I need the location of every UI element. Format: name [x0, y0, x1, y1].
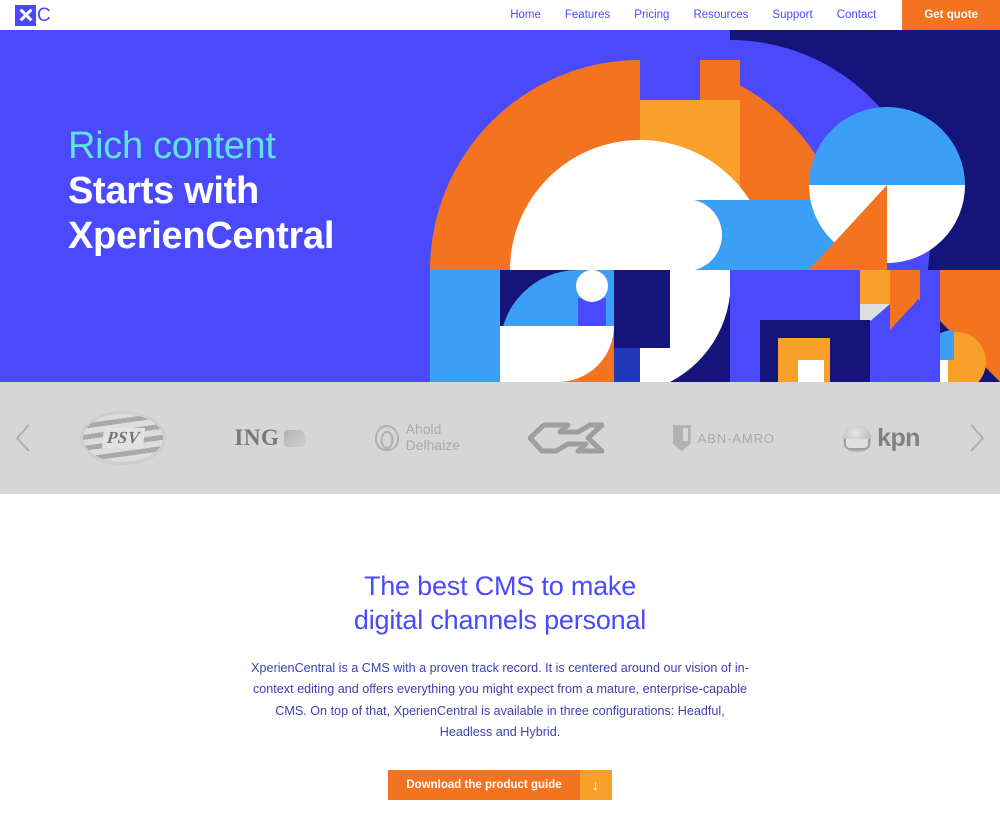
arrow-down-icon: ↓ — [579, 770, 612, 801]
section-title-line1: The best CMS to make — [363, 571, 637, 601]
logo-ing[interactable]: ING — [234, 408, 307, 468]
logo-ahold-line2: Delhaize — [405, 437, 461, 453]
nav-item-home[interactable]: Home — [510, 9, 541, 21]
logo-abn-text: ABN·AMRO — [697, 430, 775, 446]
nav-item-features[interactable]: Features — [565, 9, 610, 21]
logo-kpn-text: kpn — [877, 423, 920, 452]
download-product-guide-button[interactable]: Download the product guide ↓ — [388, 770, 612, 801]
logo-ahold-delhaize[interactable]: Ahold Delhaize — [374, 408, 461, 468]
hero-line-2: Starts with — [68, 169, 259, 212]
ahold-crest-icon — [374, 425, 399, 451]
section-title-line2: digital channels personal — [353, 604, 647, 635]
get-quote-button[interactable]: Get quote — [902, 0, 1000, 30]
ns-arrows-icon — [528, 422, 605, 454]
hero-geometric-artwork — [400, 30, 1000, 382]
chevron-left-icon[interactable] — [0, 422, 46, 454]
ing-lion-icon — [284, 429, 307, 447]
kpn-crown-icon — [843, 424, 872, 452]
client-logo-carousel: PSV ING Ahold Delhaize ABN·AMRO kpn — [0, 382, 1000, 494]
logo-ing-text: ING — [234, 425, 280, 450]
nav-item-support[interactable]: Support — [772, 9, 812, 21]
logo-ns[interactable] — [528, 408, 605, 468]
main-navigation: Home Features Pricing Resources Support … — [498, 0, 1000, 30]
section-paragraph: XperienCentral is a CMS with a proven tr… — [251, 660, 749, 740]
brand-wordmark: C — [37, 4, 51, 26]
nav-item-pricing[interactable]: Pricing — [634, 9, 669, 21]
logo-track: PSV ING Ahold Delhaize ABN·AMRO kpn — [46, 408, 954, 468]
hero-line-1: Rich content — [68, 125, 276, 167]
logo-psv-text: PSV — [101, 428, 145, 448]
site-header: C Home Features Pricing Resources Suppor… — [0, 0, 1000, 30]
hero-section: Rich content Starts with XperienCentral — [0, 30, 1000, 382]
hero-line-3: XperienCentral — [68, 214, 335, 257]
download-button-label: Download the product guide — [388, 770, 580, 801]
x-logo-icon — [15, 4, 36, 26]
logo-ahold-line1: Ahold — [405, 421, 442, 438]
abn-shield-icon — [672, 425, 691, 451]
brand-logo[interactable]: C — [15, 4, 51, 26]
intro-section: The best CMS to make digital channels pe… — [0, 494, 1000, 818]
nav-item-contact[interactable]: Contact — [837, 9, 877, 21]
logo-kpn[interactable]: kpn — [843, 408, 920, 468]
logo-abn-amro[interactable]: ABN·AMRO — [672, 408, 775, 468]
logo-psv[interactable]: PSV — [80, 408, 167, 468]
hero-heading: Rich content Starts with XperienCentral — [68, 124, 334, 258]
chevron-right-icon[interactable] — [954, 422, 1000, 454]
nav-item-resources[interactable]: Resources — [693, 9, 748, 21]
section-title: The best CMS to make digital channels pe… — [0, 570, 1000, 638]
page-root: C Home Features Pricing Resources Suppor… — [0, 0, 1000, 818]
download-row: Download the product guide ↓ — [0, 770, 1000, 801]
